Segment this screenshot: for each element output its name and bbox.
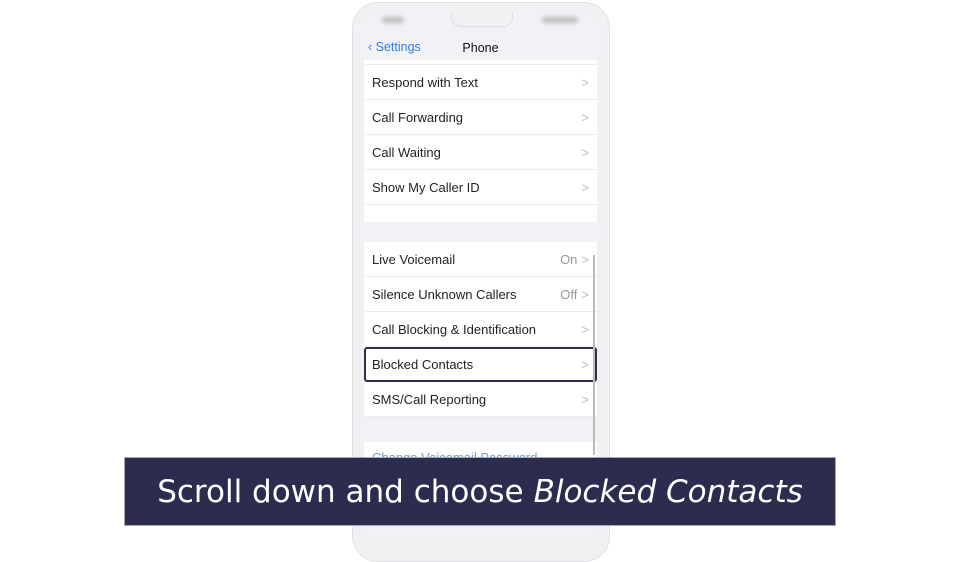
instruction-caption: Scroll down and choose Blocked Contacts <box>124 457 836 526</box>
caption-emphasis: Blocked Contacts <box>533 473 803 510</box>
chevron-right-icon: > <box>581 356 589 372</box>
chevron-right-icon: > <box>581 321 589 337</box>
settings-row-live-voicemail[interactable]: Live Voicemail On > <box>364 242 597 277</box>
chevron-right-icon: > <box>581 144 589 160</box>
row-label: Live Voicemail <box>372 251 456 267</box>
settings-row-call-blocking-identification[interactable]: Call Blocking & Identification > <box>364 312 597 347</box>
settings-group-2: Live Voicemail On > Silence Unknown Callers… <box>364 242 597 417</box>
row-label: Blocked Contacts <box>372 356 474 372</box>
phone-screen: Wi-Fi CallingOff>Respond with Text>Call … <box>364 12 597 532</box>
chevron-right-icon: > <box>581 251 589 267</box>
row-label: Call Waiting <box>372 144 441 160</box>
scrollbar[interactable] <box>593 255 595 455</box>
row-label: Call Forwarding <box>372 109 464 125</box>
row-label: Show My Caller ID <box>372 179 480 195</box>
nav-bar: ‹ Settings Phone <box>364 38 597 60</box>
status-icons <box>542 17 578 23</box>
row-label: Respond with Text <box>372 74 478 90</box>
settings-row-respond-with-text[interactable]: Respond with Text > <box>364 65 597 100</box>
chevron-right-icon: > <box>581 286 589 302</box>
settings-group-1: Wi-Fi CallingOff>Respond with Text>Call … <box>364 47 597 222</box>
row-value: On <box>560 251 578 267</box>
chevron-right-icon: > <box>581 179 589 195</box>
row-label: Silence Unknown Callers <box>372 286 517 302</box>
chevron-right-icon: > <box>581 109 589 125</box>
caption-text: Scroll down and choose <box>157 473 524 510</box>
chevron-right-icon: > <box>581 391 589 407</box>
settings-row-call-waiting[interactable]: Call Waiting > <box>364 135 597 170</box>
settings-row-sms-call-reporting[interactable]: SMS/Call Reporting > <box>364 382 597 417</box>
row-label: Call Blocking & Identification <box>372 321 537 337</box>
row-value: Off <box>560 286 578 302</box>
notch <box>451 12 513 27</box>
settings-row-silence-unknown-callers[interactable]: Silence Unknown Callers Off > <box>364 277 597 312</box>
status-time <box>382 17 404 23</box>
settings-row-show-my-caller-id[interactable]: Show My Caller ID > <box>364 170 597 205</box>
page-title: Phone <box>462 41 499 55</box>
settings-row-blocked-contacts[interactable]: Blocked Contacts > <box>364 347 597 382</box>
row-label: SMS/Call Reporting <box>372 391 487 407</box>
settings-row-call-forwarding[interactable]: Call Forwarding > <box>364 100 597 135</box>
chevron-right-icon: > <box>581 74 589 90</box>
